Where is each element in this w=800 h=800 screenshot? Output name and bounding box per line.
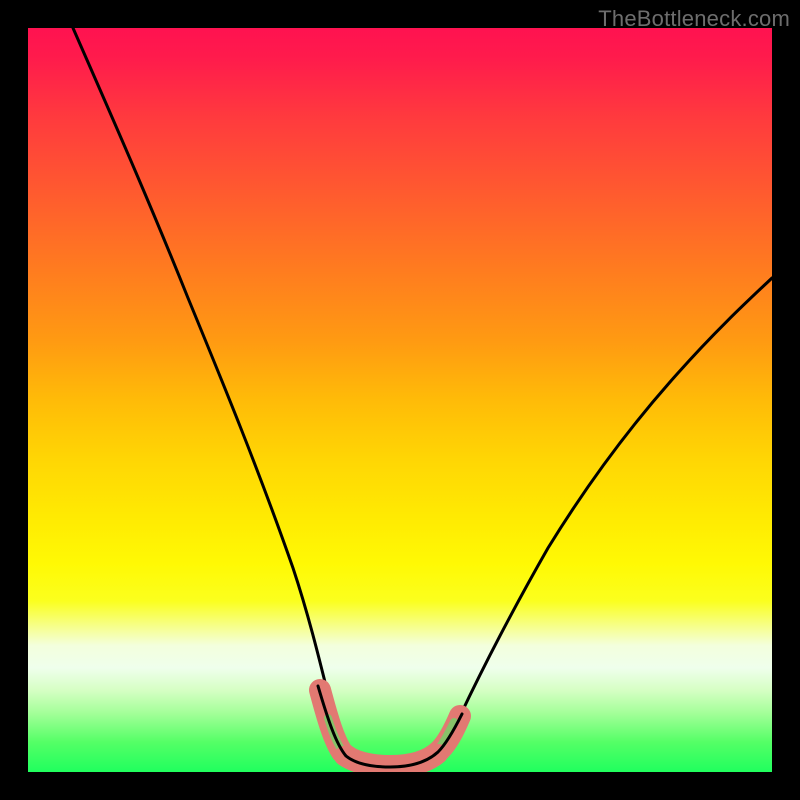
bottleneck-curve — [28, 28, 772, 772]
curve-path — [73, 28, 772, 765]
watermark-text: TheBottleneck.com — [598, 6, 790, 32]
plot-area — [28, 28, 772, 772]
outer-frame: TheBottleneck.com — [0, 0, 800, 800]
